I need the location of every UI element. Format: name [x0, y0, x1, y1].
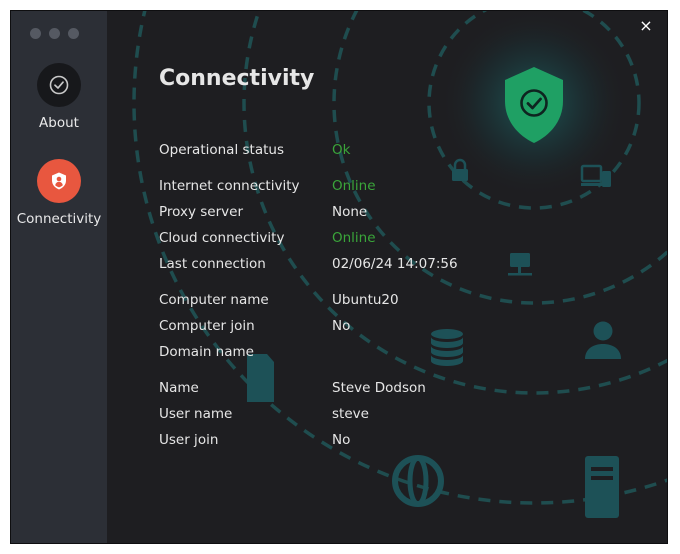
sidebar-item-label: About: [39, 115, 79, 131]
info-row-user-join: User join No: [159, 432, 350, 448]
database-icon: [431, 329, 463, 366]
user-icon: [585, 321, 621, 359]
info-value: 02/06/24 14:07:56: [332, 256, 458, 272]
info-label: User join: [159, 432, 219, 448]
info-row-domain-name: Domain name: [159, 344, 332, 360]
info-row-last-connection: Last connection 02/06/24 14:07:56: [159, 256, 458, 272]
info-label: Computer join: [159, 318, 255, 334]
info-value: Ubuntu20: [332, 292, 399, 308]
info-value: steve: [332, 406, 369, 422]
sidebar: About Connectivity: [11, 11, 107, 543]
info-label: Cloud connectivity: [159, 230, 285, 246]
lock-icon: [452, 158, 468, 181]
info-label: Name: [159, 380, 199, 396]
info-row-name: Name Steve Dodson: [159, 380, 426, 396]
info-row-computer-join: Computer join No: [159, 318, 350, 334]
info-row-proxy-server: Proxy server None: [159, 204, 367, 220]
window-controls: [30, 28, 79, 39]
info-label: Internet connectivity: [159, 178, 300, 194]
shield-user-icon: [37, 159, 81, 203]
sidebar-item-connectivity[interactable]: Connectivity: [11, 159, 107, 227]
sidebar-item-label: Connectivity: [16, 211, 102, 227]
info-label: Computer name: [159, 292, 269, 308]
info-label: Operational status: [159, 142, 284, 158]
window-control-dot[interactable]: [68, 28, 79, 39]
info-row-cloud-connectivity: Cloud connectivity Online: [159, 230, 376, 246]
info-value: None: [332, 204, 368, 220]
info-row-computer-name: Computer name Ubuntu20: [159, 292, 399, 308]
check-circle-icon: [37, 63, 81, 107]
info-label: Last connection: [159, 256, 266, 272]
info-label: Domain name: [159, 344, 254, 360]
info-row-user-name: User name steve: [159, 406, 369, 422]
sidebar-item-about[interactable]: About: [11, 63, 107, 131]
status-value: Online: [332, 178, 376, 194]
window-control-dot[interactable]: [49, 28, 60, 39]
main-panel: Connectivity Operational status Ok Inter…: [107, 11, 667, 543]
info-row-internet-connectivity: Internet connectivity Online: [159, 178, 376, 194]
server-icon: [585, 456, 619, 518]
close-button[interactable]: ×: [635, 15, 657, 37]
info-value: No: [332, 318, 351, 334]
network-icon: [508, 253, 532, 276]
page-title: Connectivity: [159, 66, 315, 91]
info-label: User name: [159, 406, 233, 422]
info-row-operational-status: Operational status Ok: [159, 142, 350, 158]
status-value: Ok: [332, 142, 351, 158]
info-value: No: [332, 432, 351, 448]
info-label: Proxy server: [159, 204, 244, 220]
app-window: About Connectivity Connectivity Operatio…: [10, 10, 668, 544]
info-value: Steve Dodson: [332, 380, 426, 396]
status-value: Online: [332, 230, 376, 246]
window-control-dot[interactable]: [30, 28, 41, 39]
